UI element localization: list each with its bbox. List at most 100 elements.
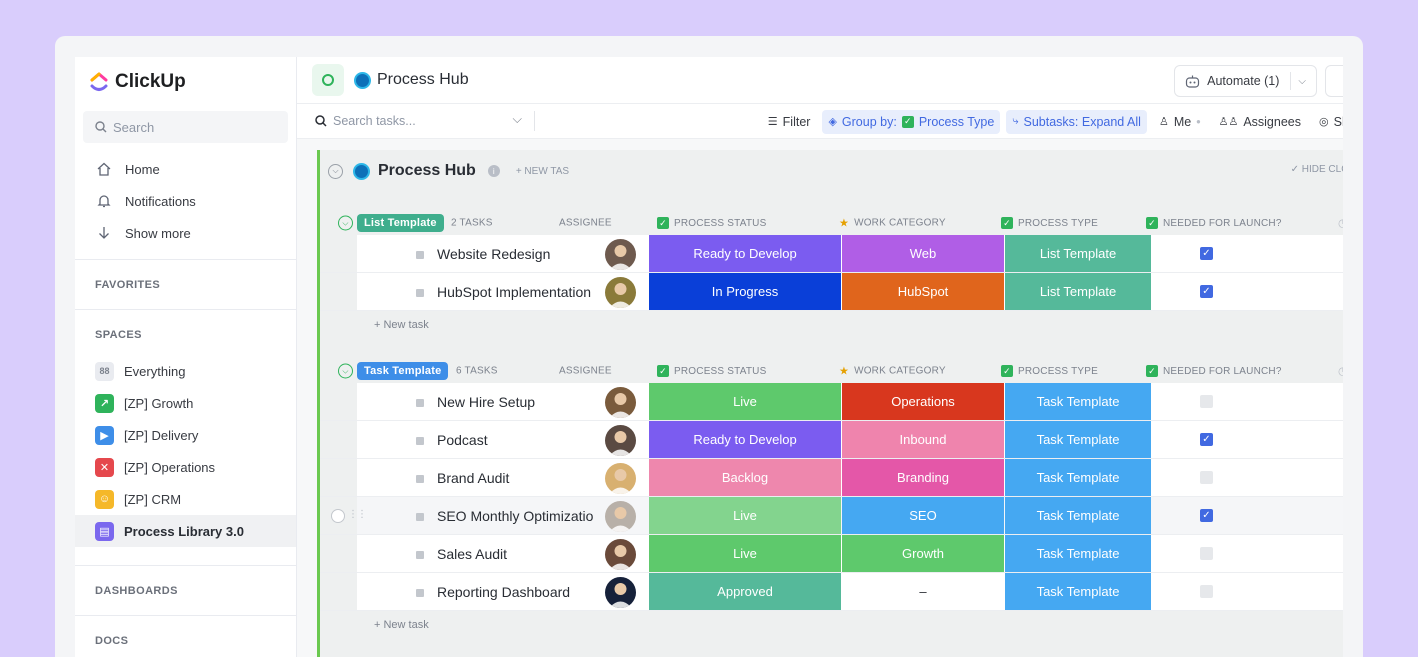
task-status-square-icon[interactable] [416, 399, 424, 407]
chevron-down-icon[interactable]: ⌵ [513, 112, 522, 127]
assignees-button[interactable]: ♙♙ Assignees [1213, 110, 1307, 134]
group-by-button[interactable]: ◈ Group by: ✓ Process Type [822, 109, 1001, 134]
task-name[interactable]: Sales Audit [437, 535, 604, 573]
task-status-square-icon[interactable] [416, 513, 424, 521]
task-row[interactable]: Brand Audit Backlog Branding Task Template [320, 459, 1343, 497]
collapse-toggle-icon[interactable]: ⌵ [338, 363, 353, 379]
task-status-square-icon[interactable] [416, 589, 424, 597]
task-name[interactable]: Website Redesign [437, 235, 604, 273]
logo[interactable]: ClickUp [75, 57, 296, 107]
space-operations[interactable]: ✕ [ZP] Operations [75, 451, 296, 483]
group-badge[interactable]: Task Template [357, 362, 449, 380]
column-header-launch[interactable]: ✓ NEEDED FOR LAUNCH? [1146, 365, 1282, 377]
status-cell[interactable]: Live [649, 497, 841, 534]
space-growth[interactable]: ↗ [ZP] Growth [75, 387, 296, 419]
task-row[interactable]: HubSpot Implementation In Progress HubSpot… [320, 273, 1343, 311]
me-filter-button[interactable]: ♙ Me • [1153, 110, 1207, 134]
task-row[interactable]: ⋮⋮ SEO Monthly Optimizatio Live SEO Task Tem… [320, 497, 1343, 535]
add-task-button[interactable]: + New task [320, 611, 1343, 639]
space-delivery[interactable]: ▶ [ZP] Delivery [75, 419, 296, 451]
add-column-icon[interactable]: ◷ [1338, 217, 1343, 230]
category-cell[interactable]: Web [842, 235, 1004, 272]
type-cell[interactable]: List Template [1005, 273, 1151, 310]
status-cell[interactable]: Backlog [649, 459, 841, 496]
column-header-category[interactable]: ★ WORK CATEGORY [839, 365, 946, 378]
drag-handle-icon[interactable]: ⋮⋮ [348, 509, 367, 520]
task-search[interactable]: Search tasks... ⌵ [297, 111, 535, 131]
show-button[interactable]: ◎ Sh [1313, 110, 1343, 134]
needed-for-launch-checkbox[interactable]: ✓ [1200, 509, 1213, 522]
hide-closed-button[interactable]: ✓ HIDE CLO [1291, 164, 1343, 175]
column-header-assignee[interactable]: ASSIGNEE [559, 366, 612, 377]
collapse-toggle-icon[interactable]: ⌵ [328, 163, 343, 179]
type-cell[interactable]: Task Template [1005, 535, 1151, 572]
type-cell[interactable]: Task Template [1005, 383, 1151, 420]
needed-for-launch-checkbox[interactable] [1200, 585, 1213, 598]
task-row[interactable]: Podcast Ready to Develop Inbound Task Templ… [320, 421, 1343, 459]
category-cell[interactable]: – [842, 573, 1004, 610]
column-header-type[interactable]: ✓ PROCESS TYPE [1001, 365, 1098, 377]
task-row[interactable]: Reporting Dashboard Approved – Task Templat… [320, 573, 1343, 611]
type-cell[interactable]: Task Template [1005, 421, 1151, 458]
category-cell[interactable]: Operations [842, 383, 1004, 420]
sidebar-search[interactable]: Search [83, 111, 288, 143]
status-cell[interactable]: Ready to Develop [649, 235, 841, 272]
column-header-category[interactable]: ★ WORK CATEGORY [839, 217, 946, 230]
select-task-checkbox[interactable] [331, 509, 345, 523]
type-cell[interactable]: Task Template [1005, 573, 1151, 610]
space-crm[interactable]: ☺ [ZP] CRM [75, 483, 296, 515]
task-name[interactable]: Brand Audit [437, 459, 604, 497]
status-cell[interactable]: In Progress [649, 273, 841, 310]
status-cell[interactable]: Live [649, 535, 841, 572]
category-cell[interactable]: Growth [842, 535, 1004, 572]
category-cell[interactable]: Inbound [842, 421, 1004, 458]
category-cell[interactable]: Branding [842, 459, 1004, 496]
sidebar-item-home[interactable]: Home [75, 153, 296, 185]
space-everything[interactable]: 88 Everything [75, 355, 296, 387]
chevron-down-icon[interactable]: ⌵ [1298, 76, 1306, 87]
status-cell[interactable]: Approved [649, 573, 841, 610]
collapse-toggle-icon[interactable]: ⌵ [338, 215, 353, 231]
add-column-icon[interactable]: ◷ [1338, 365, 1343, 378]
task-name[interactable]: Reporting Dashboard [437, 573, 604, 611]
share-button[interactable] [1325, 65, 1343, 97]
task-status-square-icon[interactable] [416, 551, 424, 559]
task-status-square-icon[interactable] [416, 437, 424, 445]
needed-for-launch-checkbox[interactable] [1200, 395, 1213, 408]
avatar[interactable] [605, 463, 636, 494]
section-docs[interactable]: DOCS [75, 615, 296, 657]
sidebar-item-show-more[interactable]: Show more [75, 217, 296, 249]
status-cell[interactable]: Live [649, 383, 841, 420]
avatar[interactable] [605, 539, 636, 570]
task-row[interactable]: Sales Audit Live Growth Task Template [320, 535, 1343, 573]
avatar[interactable] [605, 277, 636, 308]
status-cell[interactable]: Ready to Develop [649, 421, 841, 458]
needed-for-launch-checkbox[interactable]: ✓ [1200, 247, 1213, 260]
avatar[interactable] [605, 387, 636, 418]
status-button[interactable] [312, 64, 344, 96]
avatar[interactable] [605, 501, 636, 532]
category-cell[interactable]: HubSpot [842, 273, 1004, 310]
needed-for-launch-checkbox[interactable]: ✓ [1200, 433, 1213, 446]
subtasks-button[interactable]: ⤷ Subtasks: Expand All [1006, 109, 1147, 134]
new-task-button[interactable]: + NEW TAS [516, 166, 569, 177]
column-header-launch[interactable]: ✓ NEEDED FOR LAUNCH? [1146, 217, 1282, 229]
category-cell[interactable]: SEO [842, 497, 1004, 534]
task-name[interactable]: New Hire Setup [437, 383, 604, 421]
sidebar-item-notifications[interactable]: Notifications [75, 185, 296, 217]
column-header-type[interactable]: ✓ PROCESS TYPE [1001, 217, 1098, 229]
avatar[interactable] [605, 425, 636, 456]
filter-button[interactable]: ☰ Filter [762, 110, 817, 134]
task-status-square-icon[interactable] [416, 251, 424, 259]
avatar[interactable] [605, 577, 636, 608]
task-status-square-icon[interactable] [416, 475, 424, 483]
column-header-status[interactable]: ✓ PROCESS STATUS [657, 365, 766, 377]
section-dashboards[interactable]: DASHBOARDS [75, 565, 296, 615]
type-cell[interactable]: Task Template [1005, 459, 1151, 496]
task-name[interactable]: Podcast [437, 421, 604, 459]
space-process-library[interactable]: ▤ Process Library 3.0 [75, 515, 296, 547]
type-cell[interactable]: Task Template [1005, 497, 1151, 534]
section-favorites[interactable]: FAVORITES [75, 259, 296, 309]
info-icon[interactable]: i [487, 165, 500, 177]
type-cell[interactable]: List Template [1005, 235, 1151, 272]
